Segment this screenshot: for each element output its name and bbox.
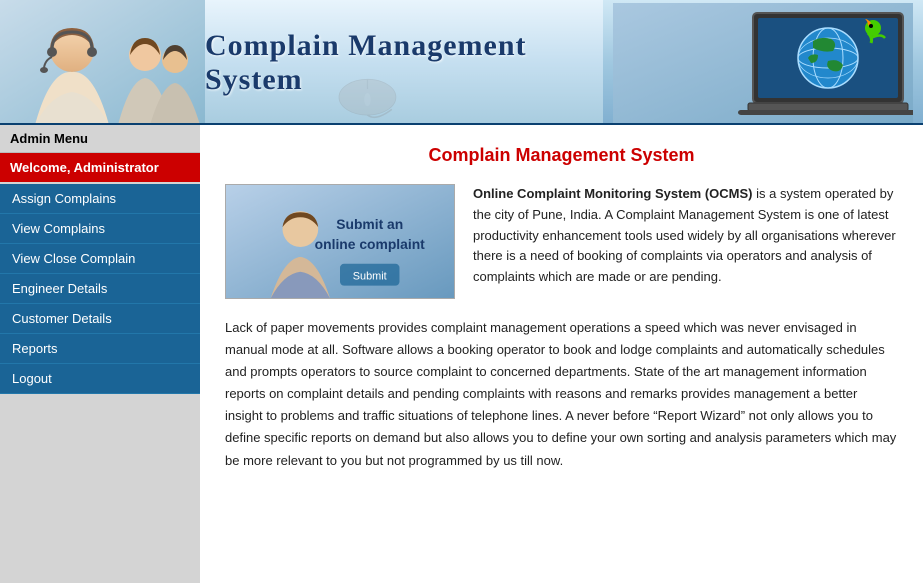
content-description: Online Complaint Monitoring System (OCMS…	[473, 184, 898, 299]
sidebar: Admin Menu Welcome, Administrator Assign…	[0, 125, 200, 583]
sidebar-item-view-complains[interactable]: View Complains	[0, 214, 200, 244]
header: Complain Management System	[0, 0, 923, 125]
header-left-image	[0, 0, 205, 125]
svg-text:Submit an: Submit an	[336, 216, 403, 232]
content-title: Complain Management System	[225, 145, 898, 166]
svg-text:Submit: Submit	[353, 271, 387, 283]
svg-text:online complaint: online complaint	[315, 236, 425, 252]
people-illustration	[0, 0, 205, 125]
header-right-image	[603, 0, 923, 125]
laptop-illustration	[613, 3, 913, 123]
content-top-section: Submit an online complaint Submit Online…	[225, 184, 898, 299]
sidebar-item-assign-complains[interactable]: Assign Complains	[0, 184, 200, 214]
complaint-image-svg: Submit an online complaint Submit	[226, 184, 454, 299]
main-layout: Admin Menu Welcome, Administrator Assign…	[0, 125, 923, 583]
header-center: Complain Management System	[205, 0, 603, 125]
header-decoration	[205, 45, 603, 125]
content-area: Complain Management System	[200, 125, 923, 583]
submit-complaint-image: Submit an online complaint Submit	[225, 184, 455, 299]
sidebar-item-customer-details[interactable]: Customer Details	[0, 304, 200, 334]
content-body-paragraph: Lack of paper movements provides complai…	[225, 317, 898, 472]
sidebar-item-engineer-details[interactable]: Engineer Details	[0, 274, 200, 304]
ocms-strong: Online Complaint Monitoring System (OCMS…	[473, 186, 753, 201]
welcome-bar: Welcome, Administrator	[0, 153, 200, 182]
sidebar-item-logout[interactable]: Logout	[0, 364, 200, 394]
sidebar-item-reports[interactable]: Reports	[0, 334, 200, 364]
admin-menu-label: Admin Menu	[0, 125, 200, 153]
sidebar-item-view-close-complain[interactable]: View Close Complain	[0, 244, 200, 274]
